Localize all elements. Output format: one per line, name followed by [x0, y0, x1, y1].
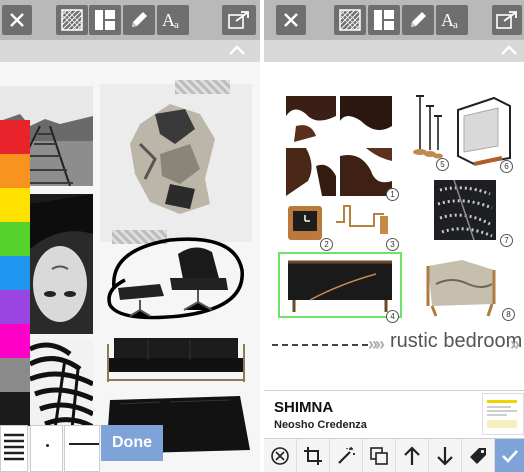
chevron-up-icon[interactable] — [228, 44, 246, 56]
item-name: Neosho Credenza — [274, 419, 367, 431]
title-dashed-line — [272, 344, 368, 346]
item-badge[interactable]: 6 — [500, 160, 513, 173]
item-badge[interactable]: 5 — [436, 158, 449, 171]
item-badge[interactable]: 3 — [386, 238, 399, 251]
color-swatch[interactable] — [0, 290, 30, 324]
black-sofa-photo[interactable] — [100, 330, 252, 388]
chevron-right-icon: »» — [368, 334, 385, 354]
text-icon[interactable]: Aa — [436, 5, 468, 35]
cowhide-rug-photo[interactable] — [286, 96, 392, 196]
armchair-photo[interactable] — [422, 254, 500, 318]
color-swatch[interactable] — [0, 358, 30, 392]
portrait-photo[interactable] — [30, 194, 93, 334]
item-brand: SHIMNA — [274, 399, 334, 416]
color-swatch[interactable] — [0, 392, 30, 426]
moodboard-canvas[interactable]: 1 5 6 2 3 7 4 8 »» rustic bedroom » — [264, 62, 524, 390]
toolbar: Aa — [264, 0, 524, 40]
candle-holders-photo[interactable] — [410, 92, 444, 162]
item-badge[interactable]: 1 — [386, 188, 399, 201]
feather-print-photo[interactable] — [434, 180, 496, 240]
item-info-bar: SHIMNA Neosho Credenza — [264, 390, 524, 438]
tape-strip — [175, 80, 230, 94]
right-screen: Aa 1 5 6 2 3 7 4 8 »» rustic bedroom » S… — [264, 0, 524, 472]
color-swatch[interactable] — [0, 324, 30, 358]
texture-icon[interactable] — [56, 5, 88, 35]
board-title[interactable]: rustic bedroom — [390, 330, 522, 353]
line-pen-option[interactable] — [64, 425, 100, 472]
thin-pen-option[interactable] — [30, 425, 63, 472]
color-swatch[interactable] — [0, 154, 30, 188]
action-bar — [264, 438, 524, 472]
chevron-right-icon: » — [510, 334, 520, 354]
close-circle-icon[interactable] — [264, 439, 297, 472]
item-thumbnail[interactable] — [482, 393, 524, 435]
item-badge[interactable]: 2 — [320, 238, 333, 251]
color-swatch[interactable] — [0, 120, 30, 154]
svg-text:a: a — [453, 19, 458, 31]
color-swatch[interactable] — [0, 256, 30, 290]
tag-icon[interactable] — [462, 439, 495, 472]
texture-icon[interactable] — [334, 5, 366, 35]
item-badge[interactable]: 7 — [500, 234, 513, 247]
share-icon[interactable] — [222, 5, 256, 35]
arrow-up-icon[interactable] — [396, 439, 429, 472]
crumpled-bag-photo[interactable] — [100, 84, 252, 242]
done-button[interactable]: Done — [101, 425, 163, 461]
eames-chair-photo[interactable] — [100, 230, 252, 326]
layout-icon[interactable] — [368, 5, 400, 35]
subbar — [0, 40, 260, 62]
chevron-up-icon[interactable] — [500, 44, 518, 56]
close-icon[interactable] — [276, 5, 306, 35]
pencil-icon[interactable] — [123, 5, 155, 35]
duplicate-icon[interactable] — [363, 439, 396, 472]
color-swatches — [0, 120, 30, 426]
magic-wand-icon[interactable] — [330, 439, 363, 472]
credenza-selection[interactable] — [278, 252, 402, 318]
item-badge[interactable]: 8 — [502, 308, 515, 321]
wall-lamp-photo[interactable] — [334, 202, 396, 242]
pencil-icon[interactable] — [402, 5, 434, 35]
toolbar: Aa — [0, 0, 260, 40]
arrow-down-icon[interactable] — [429, 439, 462, 472]
clock-photo[interactable] — [286, 204, 324, 242]
item-badge[interactable]: 4 — [386, 310, 399, 323]
color-swatch[interactable] — [0, 188, 30, 222]
svg-text:a: a — [174, 19, 179, 31]
layout-icon[interactable] — [89, 5, 121, 35]
crop-icon[interactable] — [297, 439, 330, 472]
share-icon[interactable] — [492, 5, 522, 35]
text-icon[interactable]: Aa — [157, 5, 189, 35]
moodboard-canvas[interactable] — [0, 62, 260, 472]
zebra-photo[interactable] — [30, 339, 93, 429]
metal-frame-photo[interactable] — [454, 96, 512, 166]
left-screen: Aa Done — [0, 0, 260, 472]
color-swatch[interactable] — [0, 222, 30, 256]
check-icon[interactable] — [495, 439, 524, 472]
close-icon[interactable] — [2, 5, 32, 35]
subbar — [264, 40, 524, 62]
pattern-pen-option[interactable] — [0, 425, 28, 472]
